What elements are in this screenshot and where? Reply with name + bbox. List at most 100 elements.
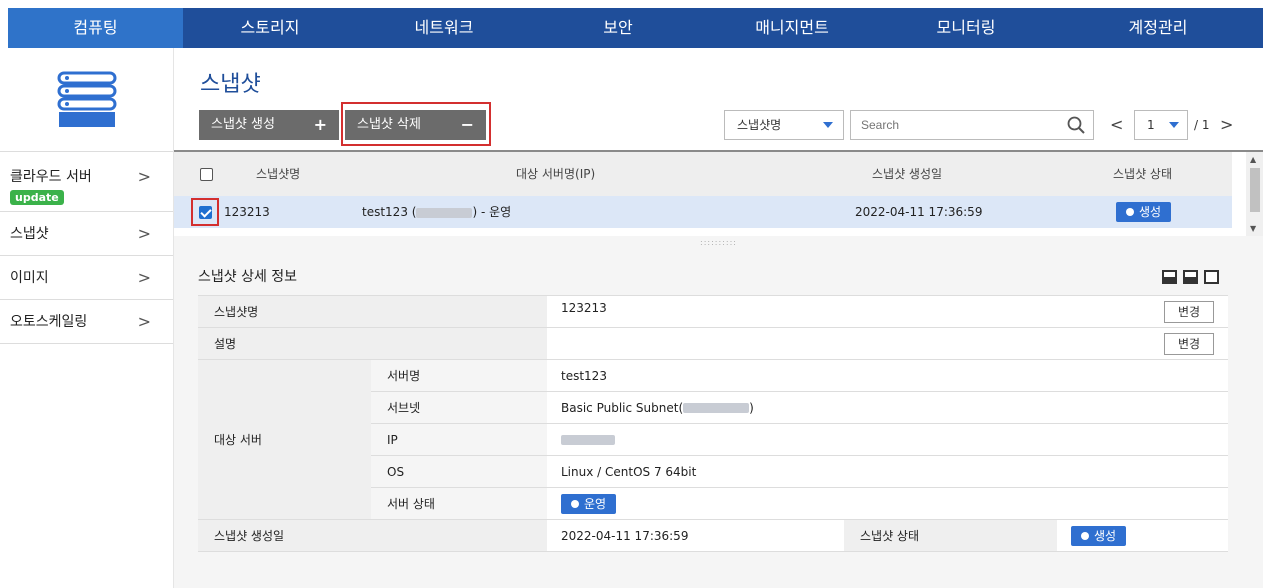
list-header: 스냅샷명 대상 서버명(IP) 스냅샷 생성일 스냅샷 상태 bbox=[174, 152, 1232, 196]
status-badge-label: 운영 bbox=[584, 496, 607, 511]
scroll-up-icon[interactable]: ▲ bbox=[1250, 155, 1256, 164]
detail-label-target-server: 대상 서버 bbox=[198, 359, 371, 520]
chevron-right-icon: > bbox=[137, 312, 151, 331]
detail-value: 123213 변경 bbox=[547, 295, 1228, 328]
half-view-icon[interactable] bbox=[1183, 270, 1198, 284]
sidebar-item-label: 이미지 bbox=[10, 270, 49, 286]
plus-icon: + bbox=[313, 115, 327, 134]
scroll-down-icon[interactable]: ▼ bbox=[1250, 224, 1256, 233]
sidebar-item-snapshot[interactable]: 스냅샷 > bbox=[0, 212, 173, 256]
ip-value bbox=[547, 423, 1228, 456]
status-dot-icon bbox=[571, 499, 579, 508]
os-value: Linux / CentOS 7 64bit bbox=[547, 455, 1228, 488]
nav-monitoring[interactable]: 모니터링 bbox=[879, 8, 1053, 48]
status-dot-icon bbox=[1081, 531, 1089, 540]
sidebar-item-cloud-server[interactable]: 클라우드 서버 update > bbox=[0, 152, 173, 212]
row-status: 생성 bbox=[1116, 196, 1172, 228]
server-status-value: 운영 bbox=[547, 487, 1228, 520]
delete-snapshot-label: 스냅샷 삭제 bbox=[357, 117, 421, 132]
nav-account[interactable]: 계정관리 bbox=[1053, 8, 1263, 48]
detail-label: IP bbox=[371, 423, 547, 456]
sidebar: 클라우드 서버 update > 스냅샷 > 이미지 > 오토스케일링 > bbox=[0, 48, 174, 588]
maximize-view-icon[interactable] bbox=[1204, 270, 1219, 284]
chevron-down-icon bbox=[1169, 122, 1179, 128]
row-snapshot-name: 123213 bbox=[224, 205, 270, 219]
header-snapshot-name: 스냅샷명 bbox=[256, 167, 301, 181]
detail-label: 서버명 bbox=[371, 359, 547, 392]
page-number-select[interactable]: 1 bbox=[1134, 110, 1188, 140]
top-strip bbox=[0, 0, 1263, 8]
pager-prev-button[interactable]: < bbox=[1110, 110, 1123, 140]
row-created-date: 2022-04-11 17:36:59 bbox=[855, 205, 983, 219]
sidebar-item-image[interactable]: 이미지 > bbox=[0, 256, 173, 300]
detail-row-server-name: 대상 서버 서버명 test123 bbox=[198, 359, 1228, 520]
top-navigation: 컴퓨팅 스토리지 네트워크 보안 매니지먼트 모니터링 계정관리 bbox=[8, 8, 1263, 48]
main-content: 스냅샷 스냅샷 생성 + 스냅샷 삭제 − 스냅샷명 < 1 / 1 > bbox=[174, 48, 1263, 588]
detail-row-created: 스냅샷 생성일 2022-04-11 17:36:59 스냅샷 상태 생성 bbox=[198, 519, 1228, 552]
row-checkbox[interactable] bbox=[199, 206, 212, 219]
detail-label: 서브넷 bbox=[371, 391, 547, 424]
row-target-server: test123 ( ) - 운영 bbox=[362, 196, 511, 228]
sidebar-item-autoscaling[interactable]: 오토스케일링 > bbox=[0, 300, 173, 344]
edit-name-button[interactable]: 변경 bbox=[1164, 300, 1214, 323]
detail-label: OS bbox=[371, 455, 547, 488]
list-scrollbar[interactable]: ▲ ▼ bbox=[1246, 152, 1263, 238]
detail-row-description: 설명 변경 bbox=[198, 327, 1228, 360]
nav-computing[interactable]: 컴퓨팅 bbox=[8, 8, 183, 48]
update-badge: update bbox=[10, 190, 64, 205]
created-value: 2022-04-11 17:36:59 bbox=[547, 519, 844, 552]
status-badge: 생성 bbox=[1116, 202, 1172, 222]
subnet-prefix: Basic Public Subnet( bbox=[561, 400, 684, 415]
nav-security[interactable]: 보안 bbox=[531, 8, 705, 48]
server-stack-icon bbox=[57, 71, 116, 127]
header-created-date: 스냅샷 생성일 bbox=[872, 167, 943, 181]
snapshot-status-value: 생성 bbox=[1057, 519, 1228, 552]
detail-title: 스냅샷 상세 정보 bbox=[198, 269, 298, 285]
status-badge: 생성 bbox=[1071, 525, 1127, 546]
header-snapshot-status: 스냅샷 상태 bbox=[1113, 167, 1173, 181]
status-badge-label: 생성 bbox=[1139, 205, 1162, 219]
nav-management[interactable]: 매니지먼트 bbox=[705, 8, 879, 48]
detail-label: 스냅샷 상태 bbox=[844, 519, 1057, 552]
detail-row-name: 스냅샷명 123213 변경 bbox=[198, 295, 1228, 328]
chevron-right-icon: > bbox=[137, 167, 151, 186]
subnet-suffix: ) bbox=[749, 400, 754, 415]
search-field-select[interactable]: 스냅샷명 bbox=[724, 110, 844, 140]
chevron-down-icon bbox=[823, 122, 833, 128]
scrollbar-thumb[interactable] bbox=[1250, 168, 1260, 212]
create-snapshot-label: 스냅샷 생성 bbox=[211, 117, 275, 132]
nav-network[interactable]: 네트워크 bbox=[357, 8, 531, 48]
pager-next-button[interactable]: > bbox=[1220, 110, 1233, 140]
server-name-value: test123 bbox=[547, 359, 1228, 392]
minimize-view-icon[interactable] bbox=[1162, 270, 1177, 284]
chevron-right-icon: > bbox=[137, 268, 151, 287]
header-target-server: 대상 서버명(IP) bbox=[516, 167, 596, 181]
table-row[interactable]: 123213 test123 ( ) - 운영 2022-04-11 17:36:… bbox=[174, 196, 1232, 228]
search-input[interactable] bbox=[851, 111, 1051, 139]
status-dot-icon bbox=[1126, 208, 1134, 216]
sidebar-logo bbox=[0, 48, 173, 152]
redacted-ip bbox=[561, 435, 615, 445]
row-server-prefix: test123 ( bbox=[362, 205, 417, 219]
row-server-suffix: ) - 운영 bbox=[472, 205, 512, 219]
search-icon[interactable] bbox=[1067, 116, 1085, 134]
redacted-ip bbox=[416, 207, 473, 218]
toolbar-area: 스냅샷 스냅샷 생성 + 스냅샷 삭제 − 스냅샷명 < 1 / 1 > bbox=[174, 48, 1263, 150]
select-all-checkbox[interactable] bbox=[200, 168, 213, 181]
subnet-value: Basic Public Subnet() bbox=[547, 391, 1228, 424]
resize-handle[interactable]: :::::::::: bbox=[174, 236, 1263, 250]
search-box bbox=[850, 110, 1094, 140]
status-badge: 운영 bbox=[561, 493, 617, 514]
nav-storage[interactable]: 스토리지 bbox=[183, 8, 357, 48]
page-number-value: 1 bbox=[1147, 118, 1155, 132]
detail-value: 변경 bbox=[547, 327, 1228, 360]
chevron-right-icon: > bbox=[137, 224, 151, 243]
delete-snapshot-button[interactable]: 스냅샷 삭제 − bbox=[345, 110, 486, 140]
minus-icon: − bbox=[460, 115, 474, 134]
snapshot-name-value: 123213 bbox=[561, 300, 607, 315]
detail-table: 스냅샷명 123213 변경 설명 변경 대상 서버 서버명 test123 서… bbox=[198, 295, 1228, 552]
edit-description-button[interactable]: 변경 bbox=[1164, 332, 1214, 355]
create-snapshot-button[interactable]: 스냅샷 생성 + bbox=[199, 110, 339, 140]
search-field-value: 스냅샷명 bbox=[737, 118, 782, 132]
detail-label: 스냅샷 생성일 bbox=[198, 519, 547, 552]
